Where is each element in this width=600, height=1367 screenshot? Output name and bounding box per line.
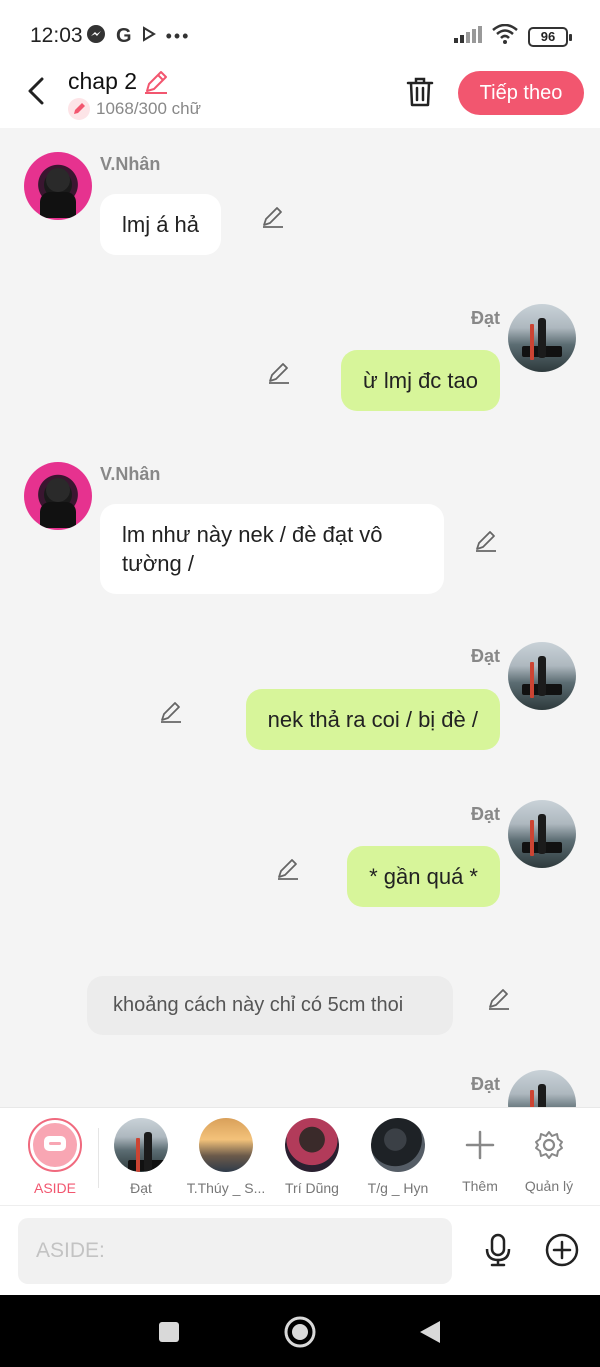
character-bar: ASIDE Đạt T.Thúy _ S... Trí Dũng T/g _ H…: [0, 1107, 600, 1205]
system-nav-bar: [0, 1295, 600, 1367]
character-avatar: [285, 1118, 339, 1172]
speaker-name: Đạt: [470, 804, 500, 824]
avatar-vnhan[interactable]: [24, 152, 92, 220]
signal-icon: [454, 25, 482, 48]
character-dat[interactable]: Đạt: [96, 1118, 186, 1196]
character-label: T.Thúy _ S...: [186, 1180, 266, 1196]
notification-icons: G •••: [86, 24, 190, 49]
avatar-dat[interactable]: [508, 1070, 576, 1108]
add-media-button[interactable]: [542, 1230, 582, 1270]
character-avatar: [199, 1118, 253, 1172]
aside-avatar: [28, 1118, 82, 1172]
message-bubble[interactable]: * gần quá *: [347, 846, 500, 907]
character-label: Đạt: [130, 1180, 152, 1196]
recents-button[interactable]: [152, 1315, 186, 1349]
character-avatar: [114, 1118, 168, 1172]
delete-button[interactable]: [402, 74, 438, 110]
character-label: ASIDE: [33, 1180, 76, 1196]
input-bar: [0, 1205, 600, 1295]
edit-message-icon[interactable]: [473, 528, 499, 554]
character-avatar: [371, 1118, 425, 1172]
speaker-name: V.Nhân: [100, 154, 161, 174]
more-notifications-icon: •••: [165, 26, 191, 46]
chapter-title-text: chap 2: [68, 68, 138, 94]
manage-label: Quản lý: [524, 1178, 574, 1194]
edit-title-icon[interactable]: [143, 69, 169, 95]
plus-circle-icon: [545, 1233, 579, 1267]
character-tthuy[interactable]: T.Thúy _ S...: [181, 1118, 271, 1196]
chat-area[interactable]: V.Nhân lmj á hả Đạt ừ lmj đc tao V.Nhân …: [0, 128, 600, 1108]
chat-bubble-icon: [33, 1123, 77, 1167]
character-tridung[interactable]: Trí Dũng: [267, 1118, 357, 1196]
avatar-dat[interactable]: [508, 642, 576, 710]
back-nav-button[interactable]: [413, 1315, 447, 1349]
edit-message-icon[interactable]: [486, 986, 512, 1012]
square-icon: [159, 1322, 179, 1342]
triangle-back-icon: [420, 1321, 440, 1343]
home-button[interactable]: [283, 1315, 317, 1349]
status-right-icons: 96: [454, 23, 572, 49]
microphone-button[interactable]: [478, 1230, 518, 1270]
pencil-icon: [68, 98, 90, 120]
speaker-name: Đạt: [470, 646, 500, 666]
chapter-title[interactable]: chap 2: [68, 68, 169, 95]
avatar-dat[interactable]: [508, 304, 576, 372]
aside-bubble[interactable]: khoảng cách này chỉ có 5cm thoi: [87, 976, 453, 1035]
avatar-dat[interactable]: [508, 800, 576, 868]
message-bubble[interactable]: ừ lmj đc tao: [341, 350, 500, 411]
battery-icon: 96: [528, 26, 572, 47]
edit-message-icon[interactable]: [266, 360, 292, 386]
back-button[interactable]: [20, 74, 52, 108]
header: chap 2 1068/300 chữ Tiếp theo: [0, 60, 600, 128]
home-circle-icon: [284, 1316, 316, 1348]
speaker-name: Đạt: [470, 308, 500, 328]
character-aside[interactable]: ASIDE: [10, 1118, 100, 1196]
messenger-icon: [86, 24, 106, 49]
gear-icon: [522, 1118, 576, 1172]
trash-icon: [406, 77, 434, 107]
speaker-name: Đạt: [470, 1074, 500, 1094]
speaker-name: V.Nhân: [100, 464, 161, 484]
character-label: Trí Dũng: [285, 1180, 339, 1196]
message-bubble[interactable]: lm như này nek / đè đạt vô tường /: [100, 504, 444, 594]
word-count-text: 1068/300 chữ: [96, 99, 201, 118]
word-count: 1068/300 chữ: [68, 98, 201, 120]
microphone-icon: [485, 1233, 511, 1267]
avatar-vnhan[interactable]: [24, 462, 92, 530]
play-icon: [142, 26, 156, 47]
message-bubble[interactable]: lmj á hả: [100, 194, 222, 255]
edit-message-icon[interactable]: [275, 856, 301, 882]
next-button[interactable]: Tiếp theo: [458, 71, 584, 115]
character-label: T/g _ Hyn: [367, 1180, 429, 1196]
message-input[interactable]: [18, 1218, 452, 1284]
wifi-icon: [492, 23, 518, 49]
google-icon: G: [116, 25, 132, 47]
character-hyn[interactable]: T/g _ Hyn: [353, 1118, 443, 1196]
edit-message-icon[interactable]: [158, 699, 184, 725]
plus-icon: [453, 1118, 507, 1172]
manage-button[interactable]: Quản lý: [504, 1118, 594, 1194]
message-bubble[interactable]: nek thả ra coi / bị đè /: [245, 689, 500, 750]
chevron-left-icon: [28, 77, 44, 105]
edit-message-icon[interactable]: [260, 204, 286, 230]
status-time: 12:03: [30, 24, 83, 47]
